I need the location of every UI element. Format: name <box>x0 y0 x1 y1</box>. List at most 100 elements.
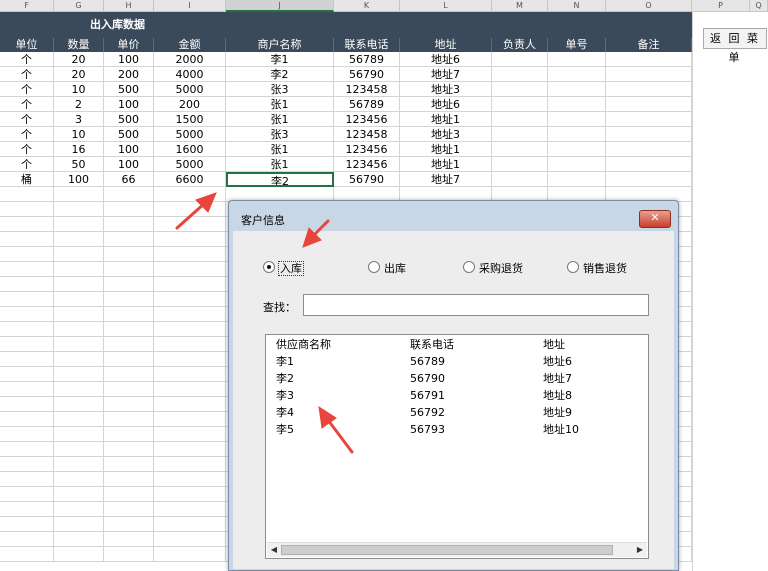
table-cell[interactable] <box>54 217 104 232</box>
table-cell[interactable] <box>492 172 548 187</box>
table-cell[interactable]: 100 <box>104 157 154 172</box>
table-cell[interactable] <box>0 367 54 382</box>
column-letter[interactable]: G <box>54 0 104 12</box>
table-cell[interactable]: 500 <box>104 112 154 127</box>
table-cell[interactable]: 个 <box>0 142 54 157</box>
table-cell[interactable] <box>548 52 606 67</box>
table-cell[interactable] <box>54 547 104 562</box>
table-cell[interactable] <box>54 457 104 472</box>
table-cell[interactable]: 地址3 <box>400 82 492 97</box>
table-cell[interactable] <box>606 157 692 172</box>
table-cell[interactable] <box>104 517 154 532</box>
table-cell[interactable]: 个 <box>0 97 54 112</box>
table-cell[interactable] <box>104 442 154 457</box>
table-cell[interactable] <box>0 487 54 502</box>
column-letter[interactable]: J <box>226 0 334 12</box>
table-cell[interactable] <box>104 472 154 487</box>
table-cell[interactable]: 4000 <box>154 67 226 82</box>
table-cell[interactable] <box>0 442 54 457</box>
search-input[interactable] <box>303 294 649 316</box>
table-cell[interactable]: 个 <box>0 67 54 82</box>
table-cell[interactable] <box>154 532 226 547</box>
table-cell[interactable]: 56790 <box>334 172 400 187</box>
table-cell[interactable] <box>154 472 226 487</box>
table-cell[interactable] <box>104 547 154 562</box>
table-cell[interactable]: 地址1 <box>400 112 492 127</box>
table-cell[interactable]: 张1 <box>226 97 334 112</box>
table-cell[interactable] <box>104 457 154 472</box>
table-cell[interactable] <box>492 142 548 157</box>
table-cell[interactable]: 20 <box>54 52 104 67</box>
table-cell[interactable] <box>154 262 226 277</box>
table-cell[interactable]: 张1 <box>226 112 334 127</box>
customer-listbox[interactable]: 供应商名称 联系电话 地址 李1 56789 地址6 李2 56790 地址7 李3 56791 地址… <box>265 334 649 559</box>
table-cell[interactable]: 个 <box>0 52 54 67</box>
table-cell[interactable] <box>0 307 54 322</box>
radio-stock-in[interactable]: 入库 <box>263 261 304 277</box>
table-cell[interactable]: 张3 <box>226 82 334 97</box>
table-cell[interactable] <box>54 427 104 442</box>
table-cell[interactable] <box>0 382 54 397</box>
table-cell[interactable] <box>154 427 226 442</box>
table-cell[interactable] <box>606 97 692 112</box>
scroll-right-icon[interactable]: ▶ <box>634 544 646 556</box>
table-cell[interactable] <box>54 352 104 367</box>
table-cell[interactable]: 个 <box>0 157 54 172</box>
table-cell[interactable] <box>154 202 226 217</box>
table-cell[interactable]: 2000 <box>154 52 226 67</box>
table-cell[interactable] <box>54 397 104 412</box>
table-cell[interactable]: 李2 <box>226 67 334 82</box>
table-cell[interactable]: 500 <box>104 127 154 142</box>
table-cell[interactable] <box>54 292 104 307</box>
table-cell[interactable]: 100 <box>54 172 104 187</box>
table-cell[interactable] <box>0 517 54 532</box>
table-cell[interactable] <box>548 67 606 82</box>
table-cell[interactable] <box>104 187 154 202</box>
table-cell[interactable] <box>104 322 154 337</box>
table-cell[interactable] <box>606 172 692 187</box>
table-cell[interactable] <box>54 382 104 397</box>
table-cell[interactable] <box>606 82 692 97</box>
table-cell[interactable] <box>104 367 154 382</box>
table-cell[interactable]: 500 <box>104 82 154 97</box>
table-cell[interactable]: 张1 <box>226 142 334 157</box>
list-item[interactable]: 李2 56790 地址7 <box>266 371 646 387</box>
table-cell[interactable] <box>548 112 606 127</box>
table-cell[interactable] <box>54 532 104 547</box>
table-cell[interactable] <box>0 202 54 217</box>
table-cell[interactable] <box>154 517 226 532</box>
table-cell[interactable] <box>0 472 54 487</box>
table-cell[interactable] <box>492 112 548 127</box>
radio-sales-return[interactable]: 销售退货 <box>567 261 627 277</box>
table-cell[interactable] <box>606 52 692 67</box>
table-cell[interactable] <box>0 322 54 337</box>
table-cell[interactable]: 3 <box>54 112 104 127</box>
radio-stock-out[interactable]: 出库 <box>368 261 406 277</box>
table-cell[interactable] <box>606 127 692 142</box>
table-cell[interactable]: 56789 <box>334 52 400 67</box>
table-cell[interactable]: 地址1 <box>400 142 492 157</box>
table-cell[interactable] <box>54 322 104 337</box>
table-cell[interactable] <box>54 277 104 292</box>
table-cell[interactable] <box>548 82 606 97</box>
table-cell[interactable] <box>0 457 54 472</box>
table-cell[interactable] <box>104 382 154 397</box>
table-cell[interactable]: 地址7 <box>400 67 492 82</box>
column-letter[interactable]: N <box>548 0 606 12</box>
table-cell[interactable] <box>104 502 154 517</box>
table-cell[interactable] <box>54 202 104 217</box>
table-cell[interactable] <box>54 517 104 532</box>
table-cell[interactable] <box>154 217 226 232</box>
table-cell[interactable]: 20 <box>54 67 104 82</box>
column-letter[interactable]: F <box>0 0 54 12</box>
table-cell[interactable] <box>0 217 54 232</box>
table-cell[interactable]: 地址3 <box>400 127 492 142</box>
table-cell[interactable]: 地址6 <box>400 97 492 112</box>
table-cell[interactable]: 56789 <box>334 97 400 112</box>
table-cell[interactable] <box>0 232 54 247</box>
table-cell[interactable] <box>104 487 154 502</box>
column-letter[interactable]: P <box>692 0 750 12</box>
table-cell[interactable]: 10 <box>54 127 104 142</box>
horizontal-scrollbar[interactable]: ◀ ▶ <box>267 542 647 557</box>
table-cell[interactable]: 1500 <box>154 112 226 127</box>
